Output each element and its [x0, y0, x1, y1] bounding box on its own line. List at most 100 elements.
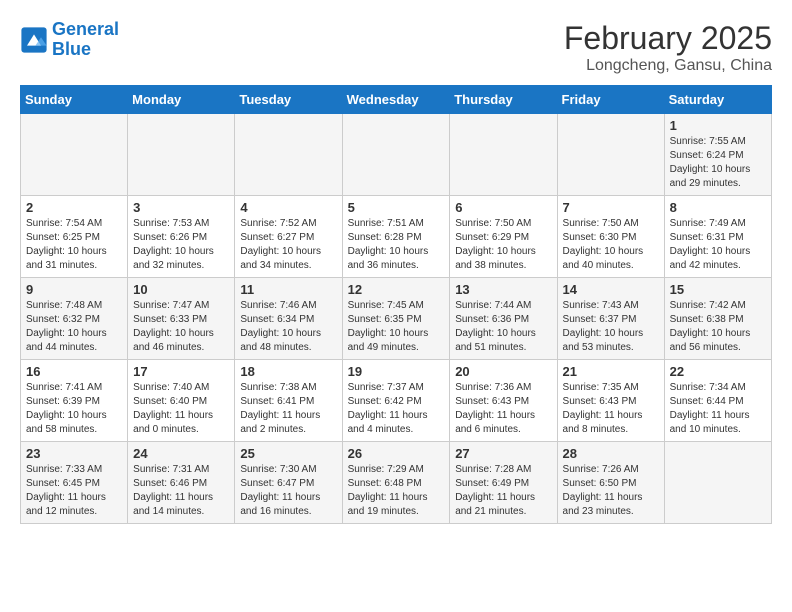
- calendar-cell: [342, 114, 450, 196]
- day-info: Sunrise: 7:47 AM Sunset: 6:33 PM Dayligh…: [133, 299, 229, 355]
- day-info: Sunrise: 7:28 AM Sunset: 6:49 PM Dayligh…: [455, 463, 551, 519]
- calendar-cell: 24 Sunrise: 7:31 AM Sunset: 6:46 PM Dayli…: [128, 442, 235, 524]
- calendar-cell: 21 Sunrise: 7:35 AM Sunset: 6:43 PM Dayli…: [557, 360, 664, 442]
- logo-line1: General: [52, 19, 119, 39]
- calendar-cell: 4 Sunrise: 7:52 AM Sunset: 6:27 PM Daylig…: [235, 196, 342, 278]
- weekday-header-wednesday: Wednesday: [342, 86, 450, 114]
- calendar-week-1: 1 Sunrise: 7:55 AM Sunset: 6:24 PM Daylig…: [21, 114, 772, 196]
- day-number: 22: [670, 364, 766, 379]
- day-info: Sunrise: 7:50 AM Sunset: 6:30 PM Dayligh…: [563, 217, 659, 273]
- day-number: 2: [26, 200, 122, 215]
- calendar-cell: 11 Sunrise: 7:46 AM Sunset: 6:34 PM Dayli…: [235, 278, 342, 360]
- calendar-cell: 16Sunrise: 7:41 AM Sunset: 6:39 PM Dayli…: [21, 360, 128, 442]
- weekday-header-saturday: Saturday: [664, 86, 771, 114]
- weekday-header-thursday: Thursday: [450, 86, 557, 114]
- day-number: 27: [455, 446, 551, 461]
- day-info: Sunrise: 7:30 AM Sunset: 6:47 PM Dayligh…: [240, 463, 336, 519]
- weekday-header-sunday: Sunday: [21, 86, 128, 114]
- calendar-cell: [21, 114, 128, 196]
- weekday-header-monday: Monday: [128, 86, 235, 114]
- calendar-cell: [450, 114, 557, 196]
- day-info: Sunrise: 7:29 AM Sunset: 6:48 PM Dayligh…: [348, 463, 445, 519]
- day-info: Sunrise: 7:40 AM Sunset: 6:40 PM Dayligh…: [133, 381, 229, 437]
- calendar-cell: [235, 114, 342, 196]
- logo: General Blue: [20, 20, 119, 60]
- day-number: 16: [26, 364, 122, 379]
- day-info: Sunrise: 7:38 AM Sunset: 6:41 PM Dayligh…: [240, 381, 336, 437]
- day-info: Sunrise: 7:50 AM Sunset: 6:29 PM Dayligh…: [455, 217, 551, 273]
- calendar-cell: [557, 114, 664, 196]
- calendar-cell: 23Sunrise: 7:33 AM Sunset: 6:45 PM Dayli…: [21, 442, 128, 524]
- day-info: Sunrise: 7:55 AM Sunset: 6:24 PM Dayligh…: [670, 135, 766, 191]
- day-number: 6: [455, 200, 551, 215]
- calendar-cell: 28Sunrise: 7:26 AM Sunset: 6:50 PM Dayli…: [557, 442, 664, 524]
- day-info: Sunrise: 7:53 AM Sunset: 6:26 PM Dayligh…: [133, 217, 229, 273]
- day-number: 5: [348, 200, 445, 215]
- day-info: Sunrise: 7:34 AM Sunset: 6:44 PM Dayligh…: [670, 381, 766, 437]
- day-number: 12: [348, 282, 445, 297]
- day-number: 25: [240, 446, 336, 461]
- calendar-cell: 10 Sunrise: 7:47 AM Sunset: 6:33 PM Dayli…: [128, 278, 235, 360]
- day-info: Sunrise: 7:45 AM Sunset: 6:35 PM Dayligh…: [348, 299, 445, 355]
- calendar-cell: [128, 114, 235, 196]
- calendar-week-3: 9 Sunrise: 7:48 AM Sunset: 6:32 PM Daylig…: [21, 278, 772, 360]
- title-block: February 2025 Longcheng, Gansu, China: [564, 20, 772, 75]
- day-info: Sunrise: 7:37 AM Sunset: 6:42 PM Dayligh…: [348, 381, 445, 437]
- day-number: 24: [133, 446, 229, 461]
- calendar-cell: 6 Sunrise: 7:50 AM Sunset: 6:29 PM Daylig…: [450, 196, 557, 278]
- weekday-header-row: SundayMondayTuesdayWednesdayThursdayFrid…: [21, 86, 772, 114]
- calendar-cell: 3 Sunrise: 7:53 AM Sunset: 6:26 PM Daylig…: [128, 196, 235, 278]
- day-number: 19: [348, 364, 445, 379]
- day-number: 14: [563, 282, 659, 297]
- day-number: 1: [670, 118, 766, 133]
- day-info: Sunrise: 7:52 AM Sunset: 6:27 PM Dayligh…: [240, 217, 336, 273]
- day-info: Sunrise: 7:31 AM Sunset: 6:46 PM Dayligh…: [133, 463, 229, 519]
- calendar-cell: 7 Sunrise: 7:50 AM Sunset: 6:30 PM Daylig…: [557, 196, 664, 278]
- calendar-week-4: 16Sunrise: 7:41 AM Sunset: 6:39 PM Dayli…: [21, 360, 772, 442]
- day-info: Sunrise: 7:36 AM Sunset: 6:43 PM Dayligh…: [455, 381, 551, 437]
- day-number: 13: [455, 282, 551, 297]
- calendar-week-5: 23Sunrise: 7:33 AM Sunset: 6:45 PM Dayli…: [21, 442, 772, 524]
- calendar-cell: 22 Sunrise: 7:34 AM Sunset: 6:44 PM Dayli…: [664, 360, 771, 442]
- page-header: General Blue February 2025 Longcheng, Ga…: [20, 20, 772, 75]
- day-number: 9: [26, 282, 122, 297]
- calendar-cell: [664, 442, 771, 524]
- calendar-cell: 9 Sunrise: 7:48 AM Sunset: 6:32 PM Daylig…: [21, 278, 128, 360]
- day-number: 17: [133, 364, 229, 379]
- day-number: 10: [133, 282, 229, 297]
- calendar-cell: 14 Sunrise: 7:43 AM Sunset: 6:37 PM Dayli…: [557, 278, 664, 360]
- day-info: Sunrise: 7:42 AM Sunset: 6:38 PM Dayligh…: [670, 299, 766, 355]
- calendar-subtitle: Longcheng, Gansu, China: [564, 57, 772, 75]
- day-info: Sunrise: 7:49 AM Sunset: 6:31 PM Dayligh…: [670, 217, 766, 273]
- calendar-cell: 26 Sunrise: 7:29 AM Sunset: 6:48 PM Dayli…: [342, 442, 450, 524]
- day-info: Sunrise: 7:35 AM Sunset: 6:43 PM Dayligh…: [563, 381, 659, 437]
- day-info: Sunrise: 7:43 AM Sunset: 6:37 PM Dayligh…: [563, 299, 659, 355]
- day-number: 23: [26, 446, 122, 461]
- day-info: Sunrise: 7:54 AM Sunset: 6:25 PM Dayligh…: [26, 217, 122, 273]
- calendar-title: February 2025: [564, 20, 772, 57]
- calendar-cell: 27 Sunrise: 7:28 AM Sunset: 6:49 PM Dayli…: [450, 442, 557, 524]
- day-number: 21: [563, 364, 659, 379]
- day-number: 4: [240, 200, 336, 215]
- calendar-cell: 25 Sunrise: 7:30 AM Sunset: 6:47 PM Dayli…: [235, 442, 342, 524]
- day-number: 3: [133, 200, 229, 215]
- day-info: Sunrise: 7:44 AM Sunset: 6:36 PM Dayligh…: [455, 299, 551, 355]
- logo-line2: Blue: [52, 39, 91, 59]
- day-info: Sunrise: 7:48 AM Sunset: 6:32 PM Dayligh…: [26, 299, 122, 355]
- day-number: 7: [563, 200, 659, 215]
- weekday-header-tuesday: Tuesday: [235, 86, 342, 114]
- calendar-cell: 5 Sunrise: 7:51 AM Sunset: 6:28 PM Daylig…: [342, 196, 450, 278]
- calendar-cell: 12 Sunrise: 7:45 AM Sunset: 6:35 PM Dayli…: [342, 278, 450, 360]
- logo-icon: [20, 26, 48, 54]
- day-number: 8: [670, 200, 766, 215]
- calendar-table: SundayMondayTuesdayWednesdayThursdayFrid…: [20, 85, 772, 524]
- day-info: Sunrise: 7:46 AM Sunset: 6:34 PM Dayligh…: [240, 299, 336, 355]
- day-info: Sunrise: 7:51 AM Sunset: 6:28 PM Dayligh…: [348, 217, 445, 273]
- calendar-cell: 15Sunrise: 7:42 AM Sunset: 6:38 PM Dayli…: [664, 278, 771, 360]
- weekday-header-friday: Friday: [557, 86, 664, 114]
- calendar-cell: 13 Sunrise: 7:44 AM Sunset: 6:36 PM Dayli…: [450, 278, 557, 360]
- day-number: 28: [563, 446, 659, 461]
- day-number: 26: [348, 446, 445, 461]
- calendar-cell: 1 Sunrise: 7:55 AM Sunset: 6:24 PM Daylig…: [664, 114, 771, 196]
- day-number: 11: [240, 282, 336, 297]
